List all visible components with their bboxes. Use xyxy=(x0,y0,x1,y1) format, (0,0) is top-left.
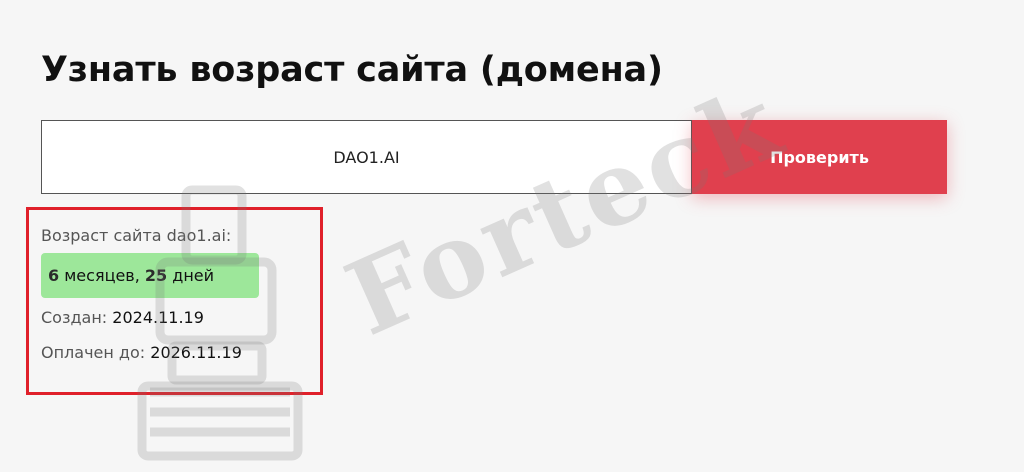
created-date: 2024.11.19 xyxy=(112,308,204,327)
page: Узнать возраст сайта (домена) Проверить … xyxy=(0,0,1024,472)
created-date-line: Создан: 2024.11.19 xyxy=(41,308,204,327)
paid-until-date: 2026.11.19 xyxy=(150,343,242,362)
months-value: 6 xyxy=(48,266,60,285)
paid-until-line: Оплачен до: 2026.11.19 xyxy=(41,343,242,362)
domain-input[interactable] xyxy=(41,120,692,194)
check-button[interactable]: Проверить xyxy=(692,120,947,194)
days-unit: дней xyxy=(167,266,215,285)
domain-search-form: Проверить xyxy=(41,120,947,194)
result-label: Возраст сайта dao1.ai: xyxy=(41,226,232,245)
created-label: Создан: xyxy=(41,308,113,327)
watermark-text: Forteck xyxy=(330,62,801,360)
page-title: Узнать возраст сайта (домена) xyxy=(41,50,663,90)
paid-until-label: Оплачен до: xyxy=(41,343,151,362)
age-badge: 6 месяцев, 25 дней xyxy=(41,253,259,298)
months-unit: месяцев, xyxy=(59,266,145,285)
days-value: 25 xyxy=(144,266,168,285)
